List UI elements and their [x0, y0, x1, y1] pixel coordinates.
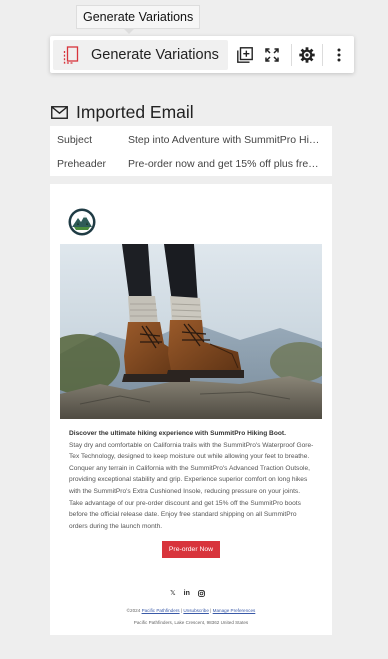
expand-icon [265, 47, 279, 62]
email-preview: Discover the ultimate hiking experience … [50, 184, 332, 635]
settings-button[interactable] [292, 40, 323, 70]
add-block-button[interactable] [228, 40, 260, 70]
generate-variations-button[interactable]: Generate Variations [53, 39, 229, 70]
mountain-logo-icon [68, 208, 96, 236]
linkedin-social-icon[interactable]: in [184, 590, 190, 597]
footer-copyright: ©2024 [126, 608, 141, 613]
subject-value: Step into Adventure with SummitPro Hikin… [128, 134, 324, 146]
x-social-icon[interactable]: 𝕏 [170, 589, 176, 597]
email-body: Discover the ultimate hiking experience … [69, 428, 315, 532]
email-headline: Discover the ultimate hiking experience … [69, 430, 286, 437]
manage-preferences-link[interactable]: Manage Preferences [213, 608, 256, 613]
settings-gear-icon [299, 46, 315, 63]
block-toolbar: Generate Variations [50, 36, 354, 73]
generate-variations-tooltip: Generate Variations [76, 5, 201, 29]
imported-email-heading: Imported Email [51, 102, 194, 123]
subject-row[interactable]: Subject Step into Adventure with SummitP… [50, 128, 332, 152]
preheader-value: Pre-order now and get 15% off plus free … [128, 158, 324, 170]
brand-logo [68, 208, 96, 236]
tooltip-arrow [124, 29, 134, 34]
preheader-label: Preheader [57, 158, 107, 170]
unsubscribe-link[interactable]: Unsubscribe [183, 608, 209, 613]
mail-icon [51, 106, 68, 119]
subject-label: Subject [57, 134, 93, 146]
hero-image [60, 244, 322, 419]
add-block-icon [236, 46, 253, 63]
footer-address: Pacific Pathfinders, Lake Crescent, 9836… [133, 620, 249, 625]
more-vertical-icon [337, 48, 341, 61]
generate-variations-icon [63, 45, 79, 64]
instagram-social-icon[interactable] [197, 589, 205, 597]
email-body-text: Stay dry and comfortable on California t… [69, 441, 314, 530]
pre-order-button[interactable]: Pre-order Now [162, 541, 220, 558]
preheader-row[interactable]: Preheader Pre-order now and get 15% off … [50, 152, 332, 176]
email-meta-card: Subject Step into Adventure with SummitP… [50, 126, 332, 176]
more-options-button[interactable] [323, 40, 354, 70]
hiking-boots-photo [60, 244, 322, 419]
section-title: Imported Email [76, 102, 194, 122]
expand-button[interactable] [261, 40, 283, 70]
social-links: 𝕏 in [170, 589, 205, 597]
footer-links: ©2024 Pacific Pathfinders | Unsubscribe … [50, 608, 332, 613]
generate-variations-label: Generate Variations [91, 46, 219, 63]
company-link[interactable]: Pacific Pathfinders [142, 608, 180, 613]
